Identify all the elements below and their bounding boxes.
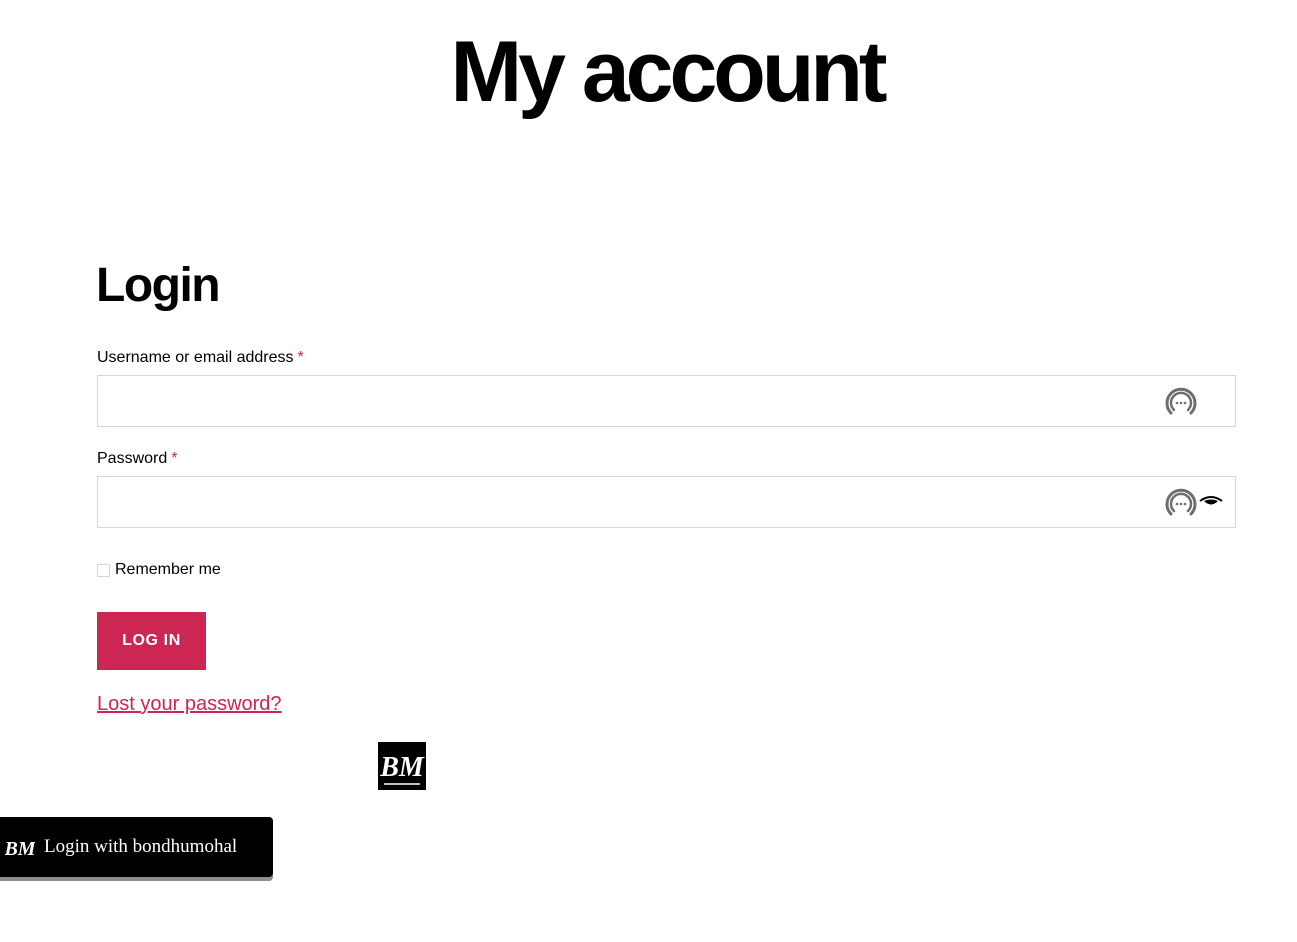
remember-me-label: Remember me (115, 561, 221, 578)
bondhumohal-icon: BM (5, 838, 35, 860)
bondhumohal-logo[interactable]: BM (378, 742, 426, 790)
remember-me-row[interactable]: Remember me (97, 561, 221, 579)
username-label: Username or email address * (97, 348, 304, 368)
password-label: Password * (97, 449, 177, 469)
page-title: My account (450, 24, 887, 120)
remember-me-checkbox[interactable] (97, 563, 110, 577)
username-input[interactable] (98, 376, 1235, 426)
password-manager-icon[interactable] (1161, 483, 1201, 523)
username-label-text: Username or email address (97, 349, 294, 366)
password-label-text: Password (97, 450, 168, 467)
password-field-wrapper (97, 476, 1236, 528)
required-mark: * (297, 349, 304, 366)
login-heading: Login (96, 259, 221, 312)
eye-icon[interactable] (1199, 495, 1223, 509)
bondhumohal-icon-text: BM (5, 838, 35, 860)
bondhumohal-login-label: Login with bondhumohal (44, 836, 238, 857)
username-field-wrapper (97, 375, 1236, 427)
lost-password-link[interactable]: Lost your password? (97, 693, 282, 716)
required-mark: * (171, 450, 178, 467)
bondhumohal-logo-text: BM (379, 752, 425, 783)
login-button[interactable]: LOG IN (97, 612, 206, 670)
bondhumohal-login-button[interactable]: BM Login with bondhumohal (0, 817, 273, 877)
password-input[interactable] (98, 477, 1235, 527)
password-manager-icon[interactable] (1161, 382, 1201, 422)
